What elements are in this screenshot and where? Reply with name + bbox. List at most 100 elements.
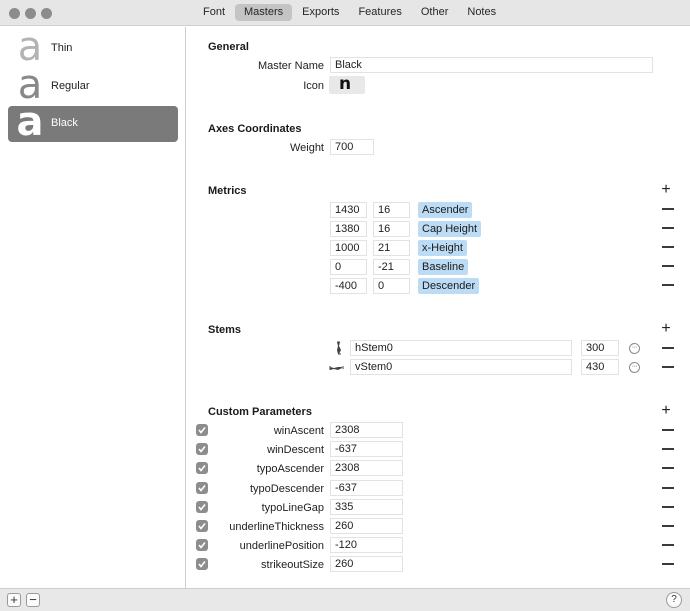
add-stem-button[interactable]: + [660,321,672,337]
remove-parameter-button[interactable] [662,487,674,489]
parameter-value-field[interactable]: -120 [330,537,403,553]
master-label: Black [51,117,78,129]
metric-name-tag[interactable]: x-Height [418,240,467,256]
parameter-enabled-checkbox[interactable] [196,482,208,494]
remove-parameter-button[interactable] [662,448,674,450]
parameter-enabled-checkbox[interactable] [196,520,208,532]
remove-parameter-button[interactable] [662,525,674,527]
remove-parameter-button[interactable] [662,467,674,469]
checkmark-icon [198,523,206,530]
remove-metric-button[interactable] [662,227,674,229]
metric-name-tag[interactable]: Baseline [418,259,469,275]
stem-options-button[interactable]: ··· [629,343,640,354]
remove-parameter-button[interactable] [662,506,674,508]
master-name-label: Master Name [257,60,324,72]
metrics-section-title: Metrics [208,185,247,197]
bottom-bar: + − ? [0,588,690,611]
help-button[interactable]: ? [666,592,682,608]
parameter-name: underlinePosition [239,540,324,552]
vertical-stem-icon [329,366,344,370]
master-label: Thin [51,42,73,54]
metric-overshoot-field[interactable]: 21 [373,240,410,256]
metric-value-field[interactable]: 1000 [330,240,367,256]
master-settings-panel: General Master Name Black Icon n Axes Co… [187,27,690,588]
metric-value-field[interactable]: 1380 [330,221,367,237]
metric-overshoot-field[interactable]: 16 [373,202,410,218]
remove-metric-button[interactable] [662,208,674,210]
remove-master-button[interactable]: − [26,593,40,607]
parameter-enabled-checkbox[interactable] [196,462,208,474]
parameter-enabled-checkbox[interactable] [196,424,208,436]
stem-name-field[interactable]: vStem0 [350,359,572,375]
icon-label: Icon [303,80,324,92]
tab-font[interactable]: Font [194,4,234,21]
add-custom-parameter-button[interactable]: + [660,403,672,419]
remove-parameter-button[interactable] [662,563,674,565]
weight-field[interactable]: 700 [330,139,374,155]
stem-value-field[interactable]: 430 [581,359,619,375]
custom-parameters-section-title: Custom Parameters [208,406,312,418]
parameter-value-field[interactable]: -637 [330,441,403,457]
parameter-value-field[interactable]: 2308 [330,460,403,476]
tab-notes[interactable]: Notes [458,4,505,21]
metric-name-tag[interactable]: Ascender [418,202,473,218]
parameter-value-field[interactable]: -637 [330,480,403,496]
parameter-value-field[interactable]: 335 [330,499,403,515]
metric-value-field[interactable]: 0 [330,259,367,275]
metric-name-tag[interactable]: Cap Height [418,221,482,237]
parameter-value-field[interactable]: 2308 [330,422,403,438]
parameter-value-field[interactable]: 260 [330,518,403,534]
zoom-window-button[interactable] [41,8,52,19]
checkmark-icon [198,465,206,472]
master-item-black[interactable]: a Black [8,99,178,145]
remove-metric-button[interactable] [662,284,674,286]
tab-bar: Font Masters Exports Features Other Note… [194,4,506,21]
stem-options-button[interactable]: ··· [629,362,640,373]
parameter-enabled-checkbox[interactable] [196,539,208,551]
add-metric-button[interactable]: + [660,182,672,198]
parameter-name: typoAscender [256,463,324,475]
remove-parameter-button[interactable] [662,429,674,431]
checkmark-icon [198,561,206,568]
minimize-window-button[interactable] [25,8,36,19]
metric-name-tag[interactable]: Descender [418,278,480,294]
remove-stem-button[interactable] [662,347,674,349]
remove-metric-button[interactable] [662,265,674,267]
stems-section-title: Stems [208,324,242,336]
parameter-name: underlineThickness [229,521,324,533]
tab-masters[interactable]: Masters [235,4,293,21]
parameter-name: typoDescender [250,483,324,495]
stem-value-field[interactable]: 300 [581,340,619,356]
horizontal-stem-icon [337,341,341,355]
close-window-button[interactable] [9,8,20,19]
parameter-value-field[interactable]: 260 [330,556,403,572]
add-master-button[interactable]: + [7,593,21,607]
metric-value-field[interactable]: 1430 [330,202,367,218]
remove-stem-button[interactable] [662,366,674,368]
tab-features[interactable]: Features [349,4,410,21]
title-bar: Font Masters Exports Features Other Note… [0,0,690,26]
remove-metric-button[interactable] [662,246,674,248]
weight-label: Weight [289,142,324,154]
axes-section-title: Axes Coordinates [208,123,302,135]
metric-overshoot-field[interactable]: 0 [373,278,410,294]
parameter-enabled-checkbox[interactable] [196,558,208,570]
masters-sidebar: a Thin a Regular a Black [0,27,186,588]
tab-other[interactable]: Other [412,4,458,21]
remove-parameter-button[interactable] [662,544,674,546]
stem-name-field[interactable]: hStem0 [350,340,572,356]
tab-exports[interactable]: Exports [293,4,348,21]
parameter-name: typoLineGap [261,502,324,514]
master-icon-picker[interactable]: n [329,75,365,94]
master-name-field[interactable]: Black [330,57,653,73]
metric-overshoot-field[interactable]: -21 [373,259,410,275]
master-black-glyph: a [16,99,44,145]
checkmark-icon [198,427,206,434]
metric-value-field[interactable]: -400 [330,278,367,294]
general-section-title: General [208,41,249,53]
parameter-name: winAscent [273,425,324,437]
metric-overshoot-field[interactable]: 16 [373,221,410,237]
parameter-enabled-checkbox[interactable] [196,443,208,455]
master-label: Regular [51,80,90,92]
parameter-enabled-checkbox[interactable] [196,501,208,513]
